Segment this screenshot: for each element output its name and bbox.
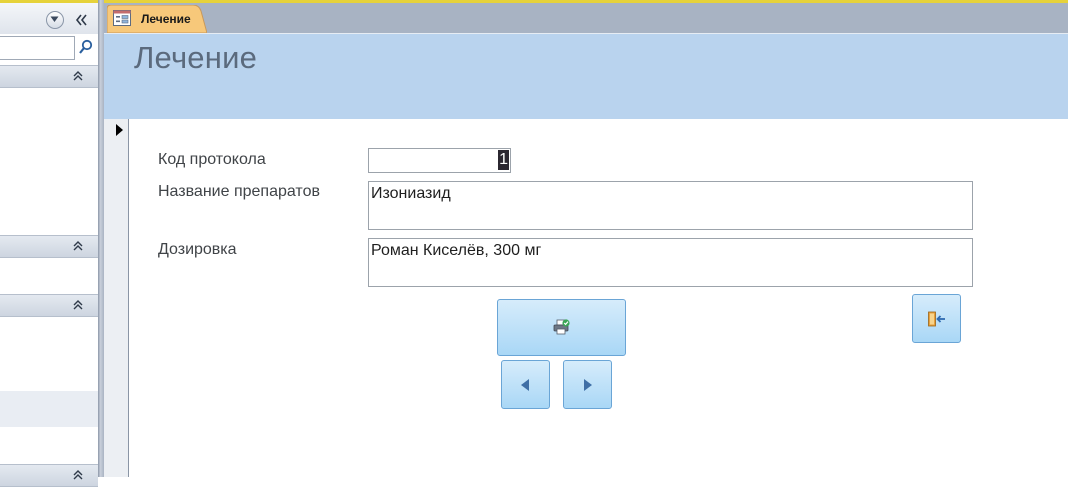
next-record-button[interactable] — [563, 360, 612, 409]
search-icon[interactable] — [78, 38, 94, 56]
print-icon — [553, 319, 570, 335]
dosage-field[interactable]: Роман Киселёв, 300 мг — [368, 238, 973, 287]
protocol-code-value: 1 — [498, 150, 509, 170]
double-chevron-up-icon — [73, 71, 83, 81]
chevron-down-icon — [50, 16, 59, 22]
double-chevron-up-icon — [73, 241, 83, 251]
tab-lechenie[interactable]: Лечение — [107, 5, 207, 33]
drug-names-field[interactable]: Изониазид — [368, 181, 973, 230]
print-button[interactable] — [497, 299, 626, 356]
record-selector[interactable] — [104, 119, 129, 477]
nav-group-header[interactable] — [0, 294, 98, 317]
navigation-pane — [0, 0, 98, 487]
drug-names-label: Название препаратов — [158, 183, 320, 200]
collapse-nav-button[interactable] — [74, 13, 90, 27]
nav-pane-header — [0, 3, 98, 34]
exit-icon — [928, 311, 945, 327]
nav-group-body — [0, 258, 98, 294]
nav-menu-dropdown-button[interactable] — [46, 11, 64, 29]
nav-list-item-selected[interactable] — [0, 391, 98, 427]
dosage-value: Роман Киселёв, 300 мг — [371, 242, 542, 259]
nav-group-body — [0, 88, 98, 235]
form-header: Лечение — [104, 33, 1068, 120]
arrow-right-icon — [584, 379, 592, 391]
nav-group-header[interactable] — [0, 235, 98, 258]
nav-search-input[interactable] — [0, 36, 75, 60]
page-title: Лечение — [134, 40, 258, 75]
document-tab-strip — [104, 0, 1068, 33]
arrow-left-icon — [521, 379, 529, 391]
double-chevron-up-icon — [73, 470, 83, 480]
tab-label: Лечение — [141, 12, 191, 26]
drug-names-value: Изониазид — [371, 185, 451, 202]
double-chevron-up-icon — [73, 300, 83, 310]
form-detail: Код протокола 1 Название препаратов Изон… — [129, 119, 1068, 477]
current-record-icon — [116, 124, 123, 136]
close-form-button[interactable] — [912, 294, 961, 343]
double-chevron-left-icon — [75, 14, 87, 26]
protocol-code-field[interactable]: 1 — [368, 148, 511, 173]
nav-group-header[interactable] — [0, 464, 98, 487]
protocol-code-label: Код протокола — [158, 151, 266, 168]
previous-record-button[interactable] — [501, 360, 550, 409]
nav-group-header[interactable] — [0, 65, 98, 88]
form-icon — [113, 10, 131, 26]
dosage-label: Дозировка — [158, 241, 237, 258]
